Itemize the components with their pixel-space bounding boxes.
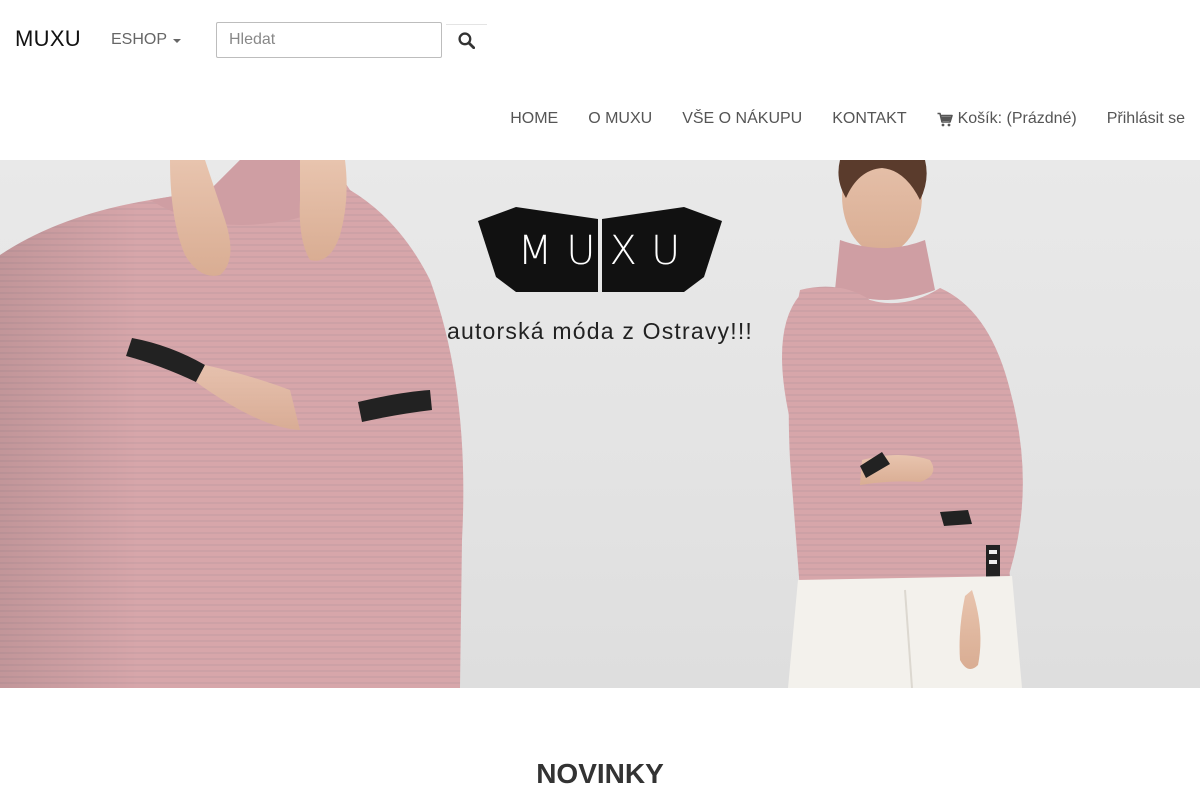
brand-logo-link[interactable]: MUXU (15, 26, 81, 52)
hero-banner: MUXU autorská móda z Ostravy!!! (0, 160, 1200, 688)
hero-tagline: autorská móda z Ostravy!!! (446, 318, 754, 344)
hero-logo: MUXU (478, 207, 722, 294)
nav-home[interactable]: HOME (510, 110, 558, 128)
section-title-novinky: NOVINKY (536, 758, 664, 789)
nav-cart-label: Košík: (Prázdné) (957, 110, 1077, 127)
nav-login[interactable]: Přihlásit se (1107, 110, 1185, 128)
main-nav: HOME O MUXU VŠE O NÁKUPU KONTAKT Košík: … (510, 110, 1185, 128)
nav-vse-o-nakupu[interactable]: VŠE O NÁKUPU (682, 110, 802, 128)
eshop-dropdown-label: ESHOP (111, 31, 168, 48)
search-input[interactable] (216, 22, 442, 58)
eshop-dropdown[interactable]: ESHOP (111, 31, 182, 49)
nav-o-muxu[interactable]: O MUXU (588, 110, 652, 128)
left-model (0, 160, 464, 688)
right-model (782, 160, 1023, 688)
nav-cart[interactable]: Košík: (Prázdné) (937, 110, 1077, 128)
cart-icon (937, 112, 953, 127)
nav-kontakt[interactable]: KONTAKT (832, 110, 906, 128)
search-button[interactable] (446, 24, 487, 56)
search-icon (458, 32, 475, 49)
hero-logo-text: MUXU (517, 227, 695, 274)
caret-down-icon (173, 39, 182, 43)
